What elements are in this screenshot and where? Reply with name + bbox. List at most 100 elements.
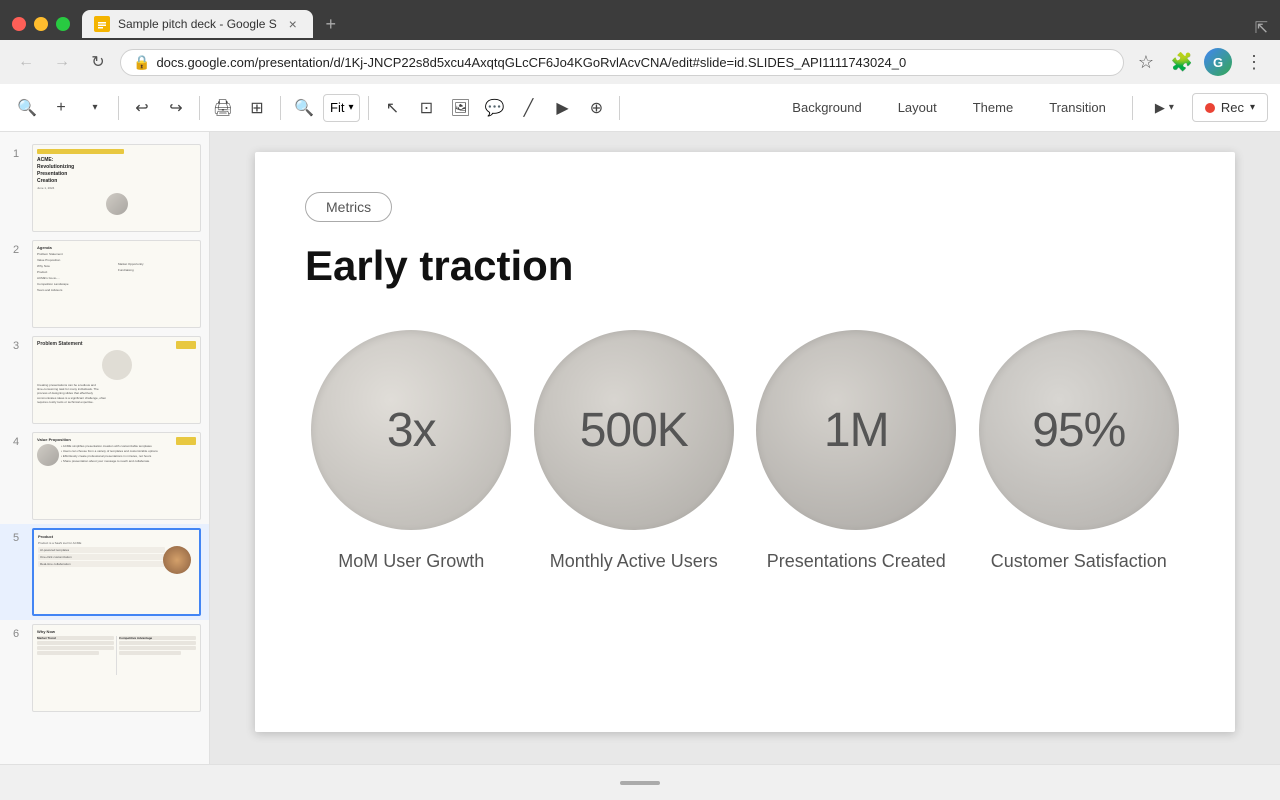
toolbar: 🔍 + ▾ ↩ ↪ 🖨 ⊞ 🔍 Fit ▾ ↖ ⊡ 🖼 💬 ╱ ▶ ⊕ Back… (0, 84, 1280, 132)
metric-item-mau: 500K Monthly Active Users (528, 330, 741, 573)
canvas-area[interactable]: Metrics Early traction 3x MoM User Growt… (210, 132, 1280, 764)
separator-2 (199, 96, 200, 120)
thumb-label-5: Product (38, 534, 195, 539)
thumb-badge-3 (176, 341, 196, 349)
separator-5 (619, 96, 620, 120)
thumb-circle-4 (37, 444, 59, 466)
active-tab[interactable]: Sample pitch deck - Google S × (82, 10, 313, 38)
slide-panel: 1 ACME:RevolutionizingPresentationCreati… (0, 132, 210, 764)
redo-button[interactable]: ↪ (161, 93, 191, 123)
metric-value-mau: 500K (580, 403, 688, 458)
separator-4 (368, 96, 369, 120)
metric-label-pres: Presentations Created (767, 550, 946, 573)
metric-circle-mom: 3x (311, 330, 511, 530)
new-tab-button[interactable]: + (317, 10, 345, 38)
back-button[interactable]: ← (12, 48, 40, 76)
add-dropdown-button[interactable]: ▾ (80, 93, 110, 123)
bookmark-button[interactable]: ☆ (1132, 48, 1160, 76)
thumb-logo-circle (106, 193, 128, 215)
slide-item-3[interactable]: 3 Problem Statement Creating presentatio… (0, 332, 209, 428)
thumb-circle-3 (102, 350, 132, 380)
search-button[interactable]: 🔍 (12, 93, 42, 123)
layout-button[interactable]: Layout (884, 94, 951, 121)
metric-circle-pres: 1M (756, 330, 956, 530)
cursor-tool[interactable]: ↖ (377, 93, 407, 123)
zoom-dropdown-icon: ▾ (348, 102, 353, 113)
url-text: docs.google.com/presentation/d/1Kj-JNCP2… (156, 55, 1111, 70)
present-button[interactable]: ▶ ▾ (1145, 94, 1184, 122)
metric-item-pres: 1M Presentations Created (750, 330, 963, 573)
metrics-row: 3x MoM User Growth 500K Monthly Active U… (305, 330, 1185, 573)
metric-item-mom: 3x MoM User Growth (305, 330, 518, 573)
shape-tool[interactable]: 💬 (479, 93, 509, 123)
image-tool[interactable]: 🖼 (445, 93, 475, 123)
select-tool[interactable]: ⊡ (411, 93, 441, 123)
print-button[interactable]: 🖨 (208, 93, 238, 123)
metrics-pill-label: Metrics (326, 199, 371, 215)
transition-button[interactable]: Transition (1035, 94, 1120, 121)
zoom-button[interactable]: 🔍 (289, 93, 319, 123)
slide-thumbnail-2[interactable]: Agenda Problem Statement Value Propositi… (32, 240, 201, 328)
close-button[interactable] (12, 17, 26, 31)
thumb-product-image (163, 546, 191, 574)
slide-item-4[interactable]: 4 Value Proposition • ACME simplifies pr… (0, 428, 209, 524)
slide-item-5[interactable]: 5 Product Product is a SaaS tool for ACM… (0, 524, 209, 620)
slide-number-3: 3 (8, 336, 24, 352)
background-button[interactable]: Background (778, 94, 875, 121)
traffic-lights (12, 17, 70, 31)
forward-button[interactable]: → (48, 48, 76, 76)
separator-3 (280, 96, 281, 120)
thumb-yellow-bar (37, 149, 124, 154)
slide-item-2[interactable]: 2 Agenda Problem Statement Value Proposi… (0, 236, 209, 332)
video-tool[interactable]: ▶ (547, 93, 577, 123)
zoom-select[interactable]: Fit ▾ (323, 94, 360, 122)
add-button[interactable]: + (46, 93, 76, 123)
slide-item-6[interactable]: 6 Why Now Market Trend (0, 620, 209, 716)
thumb-list-4: • ACME simplifies presentation creation … (61, 444, 158, 466)
undo-button[interactable]: ↩ (127, 93, 157, 123)
theme-button[interactable]: Theme (959, 94, 1027, 121)
slide-thumbnail-4[interactable]: Value Proposition • ACME simplifies pres… (32, 432, 201, 520)
maximize-button[interactable] (56, 17, 70, 31)
slide-number-5: 5 (8, 528, 24, 544)
thumb-heading-4: Value Proposition (37, 437, 196, 442)
browser-expand-button[interactable]: ⇱ (1255, 18, 1268, 38)
metric-label-mau: Monthly Active Users (550, 550, 718, 573)
thumb-subtitle: June 1, 2024 (37, 186, 196, 190)
slide-thumbnail-5[interactable]: Product Product is a SaaS tool for ACME … (32, 528, 201, 616)
rec-button[interactable]: Rec ▾ (1192, 93, 1268, 122)
metric-value-csat: 95% (1032, 403, 1125, 458)
browser-menu-button[interactable]: ⋮ (1240, 48, 1268, 76)
minimize-button[interactable] (34, 17, 48, 31)
slide-number-6: 6 (8, 624, 24, 640)
tab-close-button[interactable]: × (285, 16, 301, 32)
present-dropdown-icon: ▾ (1169, 102, 1174, 113)
tab-title: Sample pitch deck - Google S (118, 17, 277, 31)
embed-tool[interactable]: ⊕ (581, 93, 611, 123)
zoom-label: Fit (330, 100, 344, 115)
metric-circle-mau: 500K (534, 330, 734, 530)
slide-number-2: 2 (8, 240, 24, 256)
browser-window: Sample pitch deck - Google S × + ⇱ ← → ↻… (0, 0, 1280, 84)
thumb-label-6: Why Now (37, 629, 196, 634)
metric-value-pres: 1M (824, 403, 889, 458)
rec-label: Rec (1221, 100, 1244, 115)
address-bar: ← → ↻ 🔒 docs.google.com/presentation/d/1… (0, 40, 1280, 84)
slide-thumbnail-3[interactable]: Problem Statement Creating presentations… (32, 336, 201, 424)
separator-1 (118, 96, 119, 120)
slide-thumbnail-1[interactable]: ACME:RevolutionizingPresentationCreation… (32, 144, 201, 232)
accessibility-button[interactable]: ⊞ (242, 93, 272, 123)
scroll-indicator (620, 781, 660, 785)
profile-avatar[interactable]: G (1204, 48, 1232, 76)
rec-dropdown-icon: ▾ (1250, 102, 1255, 113)
lock-icon: 🔒 (133, 54, 150, 71)
metric-label-csat: Customer Satisfaction (991, 550, 1167, 573)
extensions-button[interactable]: 🧩 (1168, 48, 1196, 76)
slide-item-1[interactable]: 1 ACME:RevolutionizingPresentationCreati… (0, 140, 209, 236)
toolbar-right: Background Layout Theme Transition ▶ ▾ R… (778, 93, 1268, 122)
line-tool[interactable]: ╱ (513, 93, 543, 123)
url-bar[interactable]: 🔒 docs.google.com/presentation/d/1Kj-JNC… (120, 49, 1124, 76)
present-icon: ▶ (1155, 100, 1165, 116)
reload-button[interactable]: ↻ (84, 48, 112, 76)
slide-thumbnail-6[interactable]: Why Now Market Trend Competitive Advanta… (32, 624, 201, 712)
